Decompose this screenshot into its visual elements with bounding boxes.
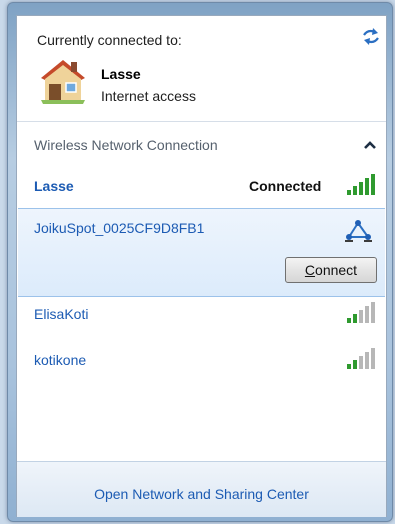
footer-bar: Open Network and Sharing Center (17, 461, 386, 517)
refresh-icon[interactable] (361, 26, 381, 46)
network-item-joikuspot[interactable]: JoikuSpot_0025CF9D8FB1 Connect (18, 208, 385, 297)
network-item-elisakoti[interactable]: ElisaKoti (34, 306, 88, 322)
chevron-up-icon[interactable] (361, 137, 379, 153)
current-connection-area: Currently connected to: Lasse Internet a… (17, 16, 386, 122)
network-flyout: Currently connected to: Lasse Internet a… (16, 15, 387, 517)
signal-strength-medium-icon (347, 348, 375, 369)
network-item-kotikone[interactable]: kotikone (34, 352, 86, 368)
ad-hoc-network-icon (345, 220, 372, 242)
connect-button-label-rest: onnect (315, 262, 358, 278)
network-item-lasse[interactable]: Lasse (34, 178, 74, 194)
network-sharing-center-link[interactable]: Open Network and Sharing Center (17, 486, 386, 502)
connected-network-name: Lasse (101, 66, 141, 82)
currently-connected-label: Currently connected to: (37, 32, 182, 48)
section-title: Wireless Network Connection (34, 137, 218, 153)
signal-strength-full-icon (347, 174, 375, 195)
connection-status: Connected (249, 178, 322, 194)
signal-strength-medium-icon (347, 302, 375, 323)
connect-button-accesskey: C (304, 262, 316, 278)
connect-button[interactable]: Connect (285, 257, 377, 283)
home-network-icon (41, 60, 85, 104)
connected-network-access: Internet access (101, 88, 196, 104)
network-name: JoikuSpot_0025CF9D8FB1 (34, 220, 205, 236)
